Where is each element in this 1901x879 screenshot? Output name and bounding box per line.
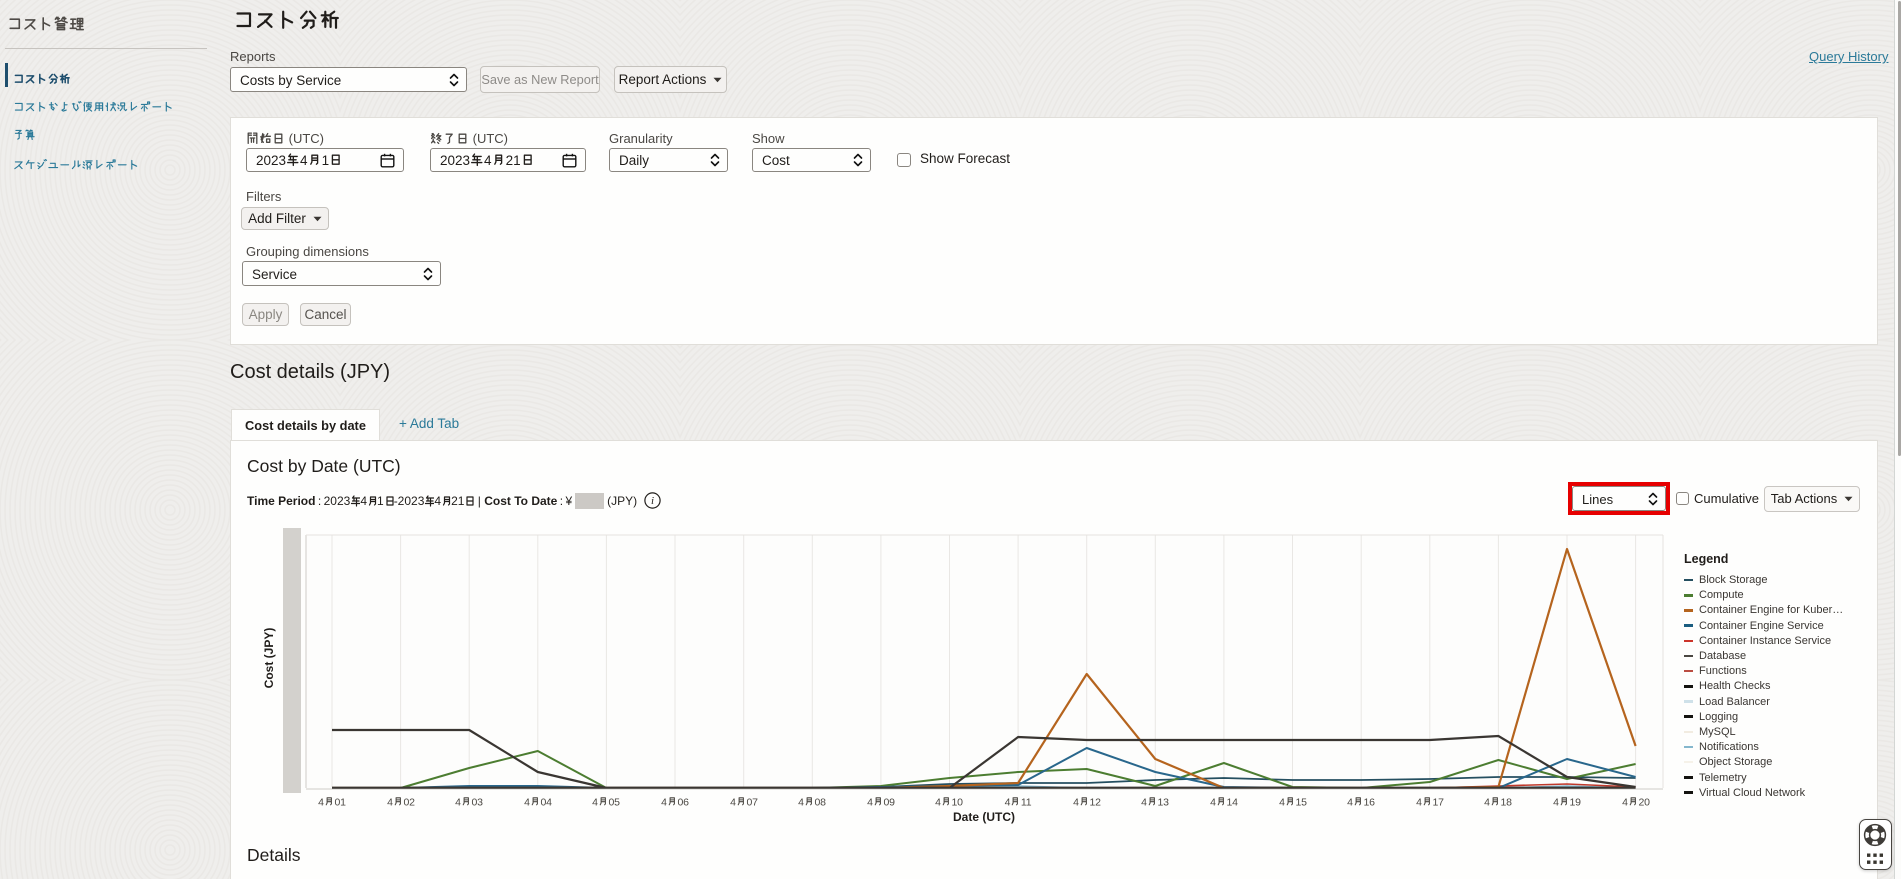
svg-text:i: i (651, 495, 654, 507)
